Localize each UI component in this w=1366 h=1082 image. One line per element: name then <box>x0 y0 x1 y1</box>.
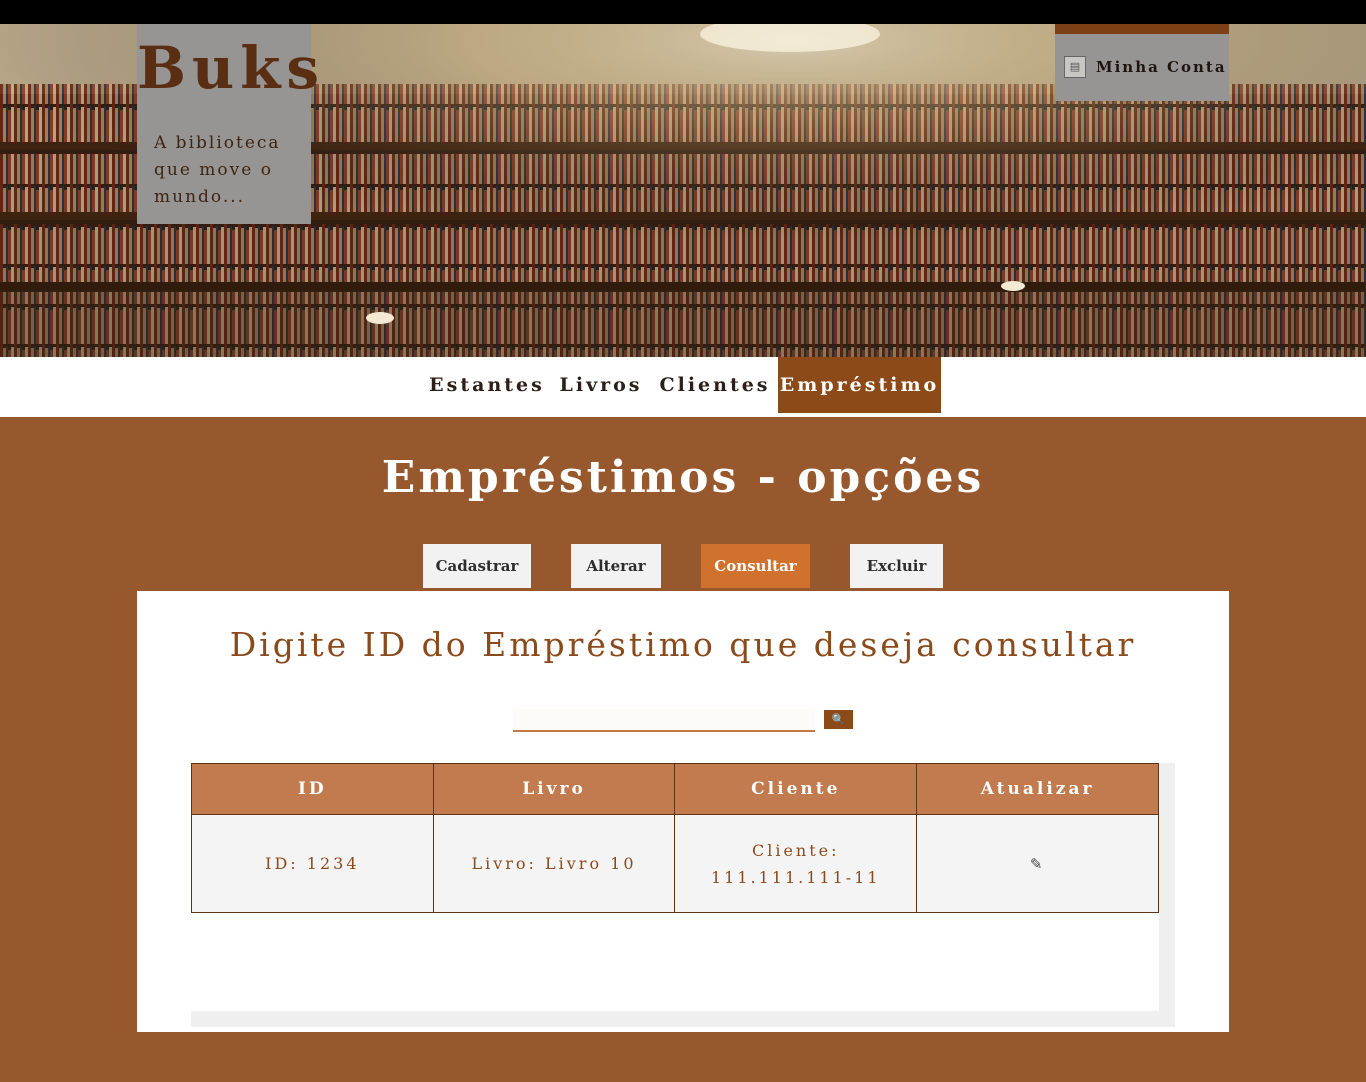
search-button[interactable]: 🔍 <box>824 710 853 729</box>
search-icon: 🔍 <box>831 713 846 726</box>
document-icon: ▤ <box>1064 56 1086 78</box>
nav-item-livros[interactable]: Livros <box>552 357 650 413</box>
consult-panel: Digite ID do Empréstimo que deseja consu… <box>137 591 1229 1032</box>
excluir-button[interactable]: Excluir <box>850 544 943 588</box>
brand-title[interactable]: Buks <box>137 34 319 102</box>
top-black-bar <box>0 0 1366 24</box>
account-label: Minha Conta <box>1096 58 1227 76</box>
cadastrar-button[interactable]: Cadastrar <box>423 544 531 588</box>
brand-box: Buks A biblioteca que move o mundo... <box>137 24 319 224</box>
page-title: Empréstimos - opções <box>381 452 985 503</box>
results-table-scroll[interactable]: ID Livro Cliente Atualizar ID: 1234 Livr… <box>191 763 1175 1027</box>
search-input[interactable] <box>513 709 815 732</box>
column-header-id: ID <box>191 763 434 815</box>
cell-cliente: Cliente: 111.111.111-11 <box>674 814 918 913</box>
results-table-area: ID Livro Cliente Atualizar ID: 1234 Livr… <box>191 763 1159 1011</box>
cell-livro: Livro: Livro 10 <box>432 814 676 913</box>
account-button[interactable]: ▤ Minha Conta <box>1055 24 1229 101</box>
nav-item-clientes[interactable]: Clientes <box>656 357 774 413</box>
consultar-button[interactable]: Consultar <box>701 544 810 588</box>
column-header-atualizar: Atualizar <box>916 763 1159 815</box>
column-header-cliente: Cliente <box>674 763 918 815</box>
nav-item-emprestimo[interactable]: Empréstimo <box>778 357 941 413</box>
column-header-livro: Livro <box>432 763 676 815</box>
main-nav: Estantes Livros Clientes Empréstimo <box>0 357 1366 417</box>
cell-id: ID: 1234 <box>191 814 434 913</box>
table-header-row: ID Livro Cliente Atualizar <box>191 763 1159 815</box>
consult-heading: Digite ID do Empréstimo que deseja consu… <box>229 625 1137 664</box>
nav-item-estantes[interactable]: Estantes <box>428 357 546 413</box>
results-table: ID Livro Cliente Atualizar ID: 1234 Livr… <box>191 763 1159 913</box>
table-row: ID: 1234 Livro: Livro 10 Cliente: 111.11… <box>191 814 1159 913</box>
brand-tagline: A biblioteca que move o mundo... <box>154 133 281 207</box>
cell-cliente-text: Cliente: 111.111.111-11 <box>710 840 881 887</box>
alterar-button[interactable]: Alterar <box>571 544 661 588</box>
cell-atualizar: ✎ <box>916 814 1159 913</box>
edit-icon[interactable]: ✎ <box>1030 855 1046 873</box>
